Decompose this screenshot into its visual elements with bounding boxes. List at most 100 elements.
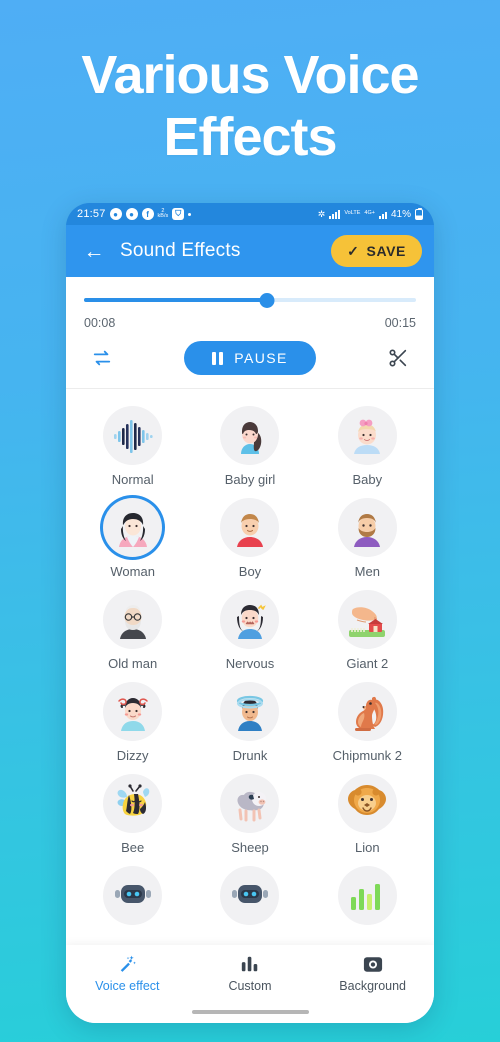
battery-percent: 41% [390, 208, 411, 220]
page-title: Various Voice Effects [0, 44, 500, 168]
messenger-icon: ● [125, 208, 138, 220]
effect-cell[interactable]: Baby girl [191, 401, 308, 493]
camera-icon [363, 954, 383, 975]
effect-label: Drunk [232, 748, 268, 763]
nav-item-custom[interactable]: Custom [189, 954, 312, 993]
magic-wand-icon [117, 954, 137, 975]
nav-item-background[interactable]: Background [311, 954, 434, 993]
drunk-icon [220, 682, 280, 741]
ai-icon [337, 866, 397, 925]
baby-icon [337, 406, 397, 465]
effect-label: Bee [121, 840, 145, 855]
effect-cell[interactable]: Nervous [191, 585, 308, 677]
waveform-icon [103, 406, 163, 465]
effect-label: Baby [352, 472, 383, 487]
status-bar-right: ✲ VoLTE 4G+ 41% [317, 207, 423, 220]
robot-icon [220, 866, 280, 925]
bee-icon [103, 774, 163, 833]
effect-label: Dizzy [116, 748, 149, 763]
pause-button[interactable]: PAUSE [184, 341, 316, 375]
effect-cell[interactable]: Chipmunk 2 [309, 677, 426, 769]
messenger-icon: ● [109, 208, 122, 220]
audio-player: 00:08 00:15 PAUSE [66, 277, 434, 388]
woman-icon [103, 498, 163, 557]
page-title-line2: Effects [163, 107, 337, 167]
sheep-icon [220, 774, 280, 833]
effect-cell[interactable]: Baby [309, 401, 426, 493]
home-indicator [66, 1001, 434, 1023]
lion-icon [337, 774, 397, 833]
effect-label: Giant 2 [346, 656, 389, 671]
vpn-shield-icon: ⛉ [172, 208, 185, 220]
effect-cell[interactable]: Sheep [191, 769, 308, 861]
effect-label: Men [354, 564, 380, 579]
effect-label: Woman [110, 564, 155, 579]
old-man-icon [103, 590, 163, 649]
data-rate-unit: kB/s [157, 213, 169, 219]
effect-cell[interactable]: Woman [74, 493, 191, 585]
nav-item-voice-effect[interactable]: Voice effect [66, 954, 189, 993]
pause-button-label: PAUSE [234, 350, 288, 366]
signal-bars-icon [378, 210, 387, 219]
screen-content: 00:08 00:15 PAUSE Normal Baby girl Baby … [66, 277, 434, 1023]
scissors-icon[interactable] [380, 343, 416, 373]
dizzy-icon [103, 682, 163, 741]
total-time: 00:15 [384, 316, 416, 330]
effect-cell[interactable] [74, 861, 191, 938]
page-title-line1: Various Voice [81, 45, 419, 105]
effect-cell[interactable] [191, 861, 308, 938]
battery-icon [415, 207, 423, 220]
phone-mockup: 21:57 ● ● f 2 kB/s ⛉ ✲ VoLTE 4G+ 41% ← S… [66, 203, 434, 1023]
pause-icon [212, 351, 224, 365]
effect-label: Baby girl [224, 472, 276, 487]
effect-label: Nervous [225, 656, 275, 671]
effect-cell[interactable]: Bee [74, 769, 191, 861]
save-button[interactable]: ✓ SAVE [331, 235, 422, 267]
effect-cell[interactable]: Dizzy [74, 677, 191, 769]
equalizer-icon [240, 954, 260, 975]
network-label: 4G+ [364, 210, 375, 217]
bottom-navigation: Voice effect Custom Background [66, 945, 434, 1001]
signal-bars-icon [329, 209, 341, 219]
effect-label: Old man [108, 656, 158, 671]
robot-icon [103, 866, 163, 925]
progress-thumb[interactable] [259, 292, 275, 308]
effect-cell[interactable]: Old man [74, 585, 191, 677]
nav-label: Voice effect [95, 978, 160, 993]
back-arrow-icon[interactable]: ← [78, 235, 110, 267]
network-type-icon: 4G+ [364, 211, 375, 217]
volte-label: VoLTE [344, 210, 361, 217]
effect-label: Sheep [231, 840, 269, 855]
nav-label: Custom [228, 978, 272, 993]
repeat-icon[interactable] [84, 343, 120, 373]
app-bar: ← Sound Effects ✓ SAVE [66, 225, 434, 277]
bluetooth-icon: ✲ [317, 208, 326, 219]
effect-cell[interactable]: Boy [191, 493, 308, 585]
baby-girl-icon [220, 406, 280, 465]
effect-cell[interactable]: Normal [74, 401, 191, 493]
effect-label: Normal [111, 472, 154, 487]
effect-label: Lion [355, 840, 380, 855]
time-labels: 00:08 00:15 [84, 316, 416, 330]
dot-icon [188, 212, 192, 216]
status-bar-left: 21:57 ● ● f 2 kB/s ⛉ [77, 208, 192, 220]
volte-icon: VoLTE [344, 211, 360, 217]
men-icon [337, 498, 397, 557]
status-bar: 21:57 ● ● f 2 kB/s ⛉ ✲ VoLTE 4G+ 41% [66, 203, 434, 225]
progress-fill [84, 298, 267, 302]
effect-cell[interactable]: Men [309, 493, 426, 585]
squirrel-icon [337, 682, 397, 741]
facebook-icon: f [141, 208, 154, 220]
current-time: 00:08 [84, 316, 116, 330]
effect-cell[interactable]: Lion [309, 769, 426, 861]
effect-cell[interactable] [309, 861, 426, 938]
effect-cell[interactable]: Giant 2 [309, 585, 426, 677]
nervous-icon [220, 590, 280, 649]
check-icon: ✓ [347, 242, 360, 259]
progress-slider[interactable] [84, 292, 416, 308]
effect-cell[interactable]: Drunk [191, 677, 308, 769]
data-rate-icon: 2 kB/s [157, 208, 169, 220]
status-time: 21:57 [77, 208, 106, 220]
player-controls: PAUSE [84, 341, 416, 388]
effect-label: Boy [238, 564, 262, 579]
